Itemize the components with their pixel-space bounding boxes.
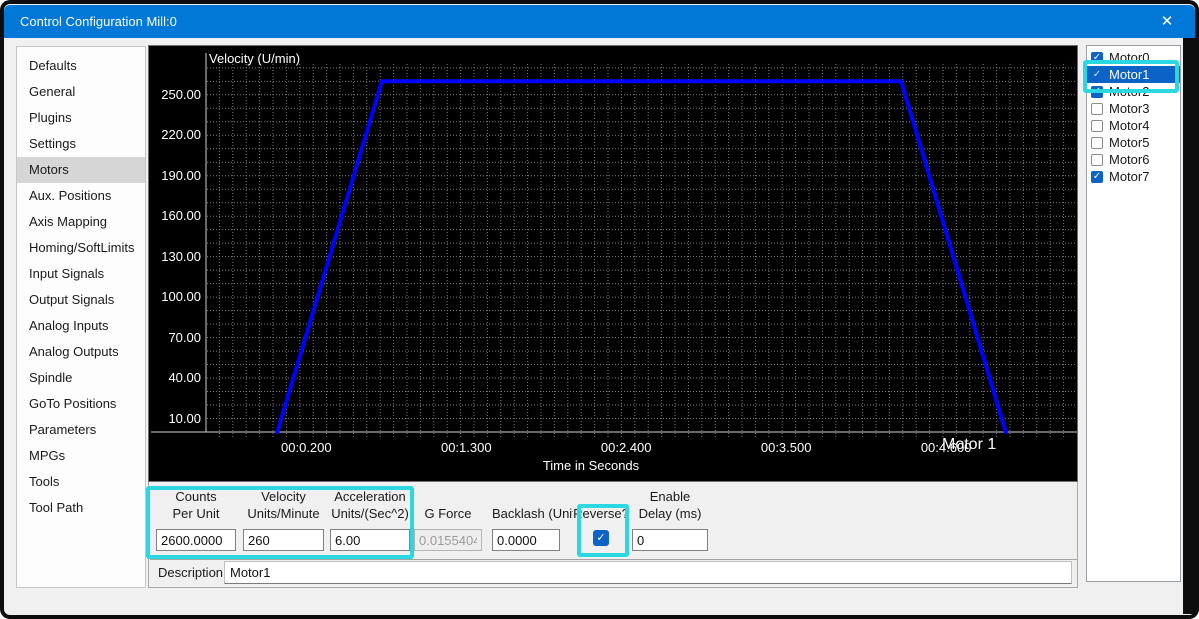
window-right-edge: [1183, 38, 1195, 614]
sidebar-item-analog-outputs[interactable]: Analog Outputs: [17, 339, 145, 365]
sidebar-item-general[interactable]: General: [17, 79, 145, 105]
motor-label: Motor2: [1109, 84, 1150, 99]
motor-checkbox-icon[interactable]: ✓: [1091, 69, 1103, 81]
acceleration-field: Acceleration Units/(Sec^2): [330, 488, 410, 554]
chart-canvas: [151, 53, 1077, 437]
motor-checkbox-icon[interactable]: [1091, 153, 1103, 166]
sidebar-item-tool-path[interactable]: Tool Path: [17, 495, 145, 521]
close-icon[interactable]: ✕: [1151, 9, 1183, 35]
sidebar-item-input-signals[interactable]: Input Signals: [17, 261, 145, 287]
sidebar-item-settings[interactable]: Settings: [17, 131, 145, 157]
divider: [150, 559, 1077, 560]
motor-checkbox-icon[interactable]: [1091, 102, 1103, 115]
g-force-readonly: [414, 529, 482, 551]
sidebar: Defaults General Plugins Settings Motors Aux.…: [16, 46, 146, 588]
titlebar: Control Configuration Mill:0 ✕: [4, 5, 1195, 38]
motor-label: Motor6: [1109, 152, 1150, 167]
sidebar-item-spindle[interactable]: Spindle: [17, 365, 145, 391]
sidebar-item-motors[interactable]: Motors: [17, 157, 145, 183]
sidebar-item-analog-inputs[interactable]: Analog Inputs: [17, 313, 145, 339]
motor-label: Motor5: [1109, 135, 1150, 150]
velocity-curve: [275, 79, 1008, 434]
sidebar-item-plugins[interactable]: Plugins: [17, 105, 145, 131]
sidebar-item-aux-positions[interactable]: Aux. Positions: [17, 183, 145, 209]
field-label: G Force: [424, 506, 472, 521]
motor-label: Motor1: [1109, 67, 1150, 82]
motor-row-motor6[interactable]: Motor6: [1087, 151, 1180, 168]
description-label: Description:: [158, 565, 227, 580]
sidebar-item-defaults[interactable]: Defaults: [17, 53, 145, 79]
motor-label: Motor3: [1109, 101, 1150, 116]
motor-row-motor4[interactable]: Motor4: [1087, 117, 1180, 134]
description-input[interactable]: [224, 561, 1072, 584]
counts-per-unit-input[interactable]: [156, 529, 236, 551]
window-frame: Control Configuration Mill:0 ✕ Defaults G…: [0, 0, 1199, 619]
motor-row-motor3[interactable]: Motor3: [1087, 100, 1180, 117]
sidebar-item-homing-softlimits[interactable]: Homing/SoftLimits: [17, 235, 145, 261]
motor-checkbox-icon[interactable]: [1091, 136, 1103, 149]
counts-per-unit-field: Counts Per Unit: [156, 488, 236, 554]
sidebar-item-output-signals[interactable]: Output Signals: [17, 287, 145, 313]
backlash-field: Backlash (Units): [492, 488, 587, 554]
backlash-input[interactable]: [492, 529, 560, 551]
enable-delay-field: Enable Delay (ms): [632, 488, 708, 554]
window-title: Control Configuration Mill:0: [20, 14, 177, 29]
motor-label: Motor0: [1109, 50, 1150, 65]
motor-checkbox-icon[interactable]: ✓: [1091, 85, 1103, 98]
sidebar-item-mpgs[interactable]: MPGs: [17, 443, 145, 469]
motor-row-motor0[interactable]: ✓ Motor0: [1087, 49, 1180, 66]
field-label: Enable: [649, 489, 691, 504]
sidebar-item-axis-mapping[interactable]: Axis Mapping: [17, 209, 145, 235]
field-label: Units/Minute: [247, 506, 320, 521]
motor-row-motor7[interactable]: ✓ Motor7: [1087, 168, 1180, 185]
field-label: Reverse?: [573, 505, 629, 522]
motor-checklist: ✓ Motor0 ✓ Motor1 ✓ Motor2 Motor3 Motor4 Motor5 M…: [1086, 45, 1181, 582]
field-label: Acceleration: [334, 489, 406, 504]
motor-checkbox-icon[interactable]: ✓: [1091, 170, 1103, 183]
acceleration-input[interactable]: [330, 529, 410, 551]
field-label: Backlash (Units): [492, 506, 587, 521]
reverse-checkbox[interactable]: ✓: [593, 530, 609, 546]
reverse-field: Reverse? ✓: [573, 488, 629, 554]
motor-row-motor1[interactable]: ✓ Motor1: [1087, 66, 1180, 83]
field-label: Per Unit: [172, 506, 220, 521]
motor-checkbox-icon[interactable]: [1091, 119, 1103, 132]
sidebar-item-tools[interactable]: Tools: [17, 469, 145, 495]
velocity-chart: Velocity (U/min) Time in Seconds Motor 1…: [148, 45, 1078, 482]
motor-label: Motor7: [1109, 169, 1150, 184]
sidebar-item-parameters[interactable]: Parameters: [17, 417, 145, 443]
velocity-input[interactable]: [243, 529, 324, 551]
field-label: Velocity: [261, 489, 306, 504]
motor-row-motor5[interactable]: Motor5: [1087, 134, 1180, 151]
velocity-field: Velocity Units/Minute: [243, 488, 324, 554]
motor-row-motor2[interactable]: ✓ Motor2: [1087, 83, 1180, 100]
field-label: Delay (ms): [638, 506, 702, 521]
motor-checkbox-icon[interactable]: ✓: [1091, 51, 1103, 64]
g-force-field: G Force: [414, 488, 482, 554]
field-label: Counts: [175, 489, 217, 504]
enable-delay-input[interactable]: [632, 529, 708, 551]
sidebar-item-goto-positions[interactable]: GoTo Positions: [17, 391, 145, 417]
motor-label: Motor4: [1109, 118, 1150, 133]
field-label: Units/(Sec^2): [331, 506, 409, 521]
